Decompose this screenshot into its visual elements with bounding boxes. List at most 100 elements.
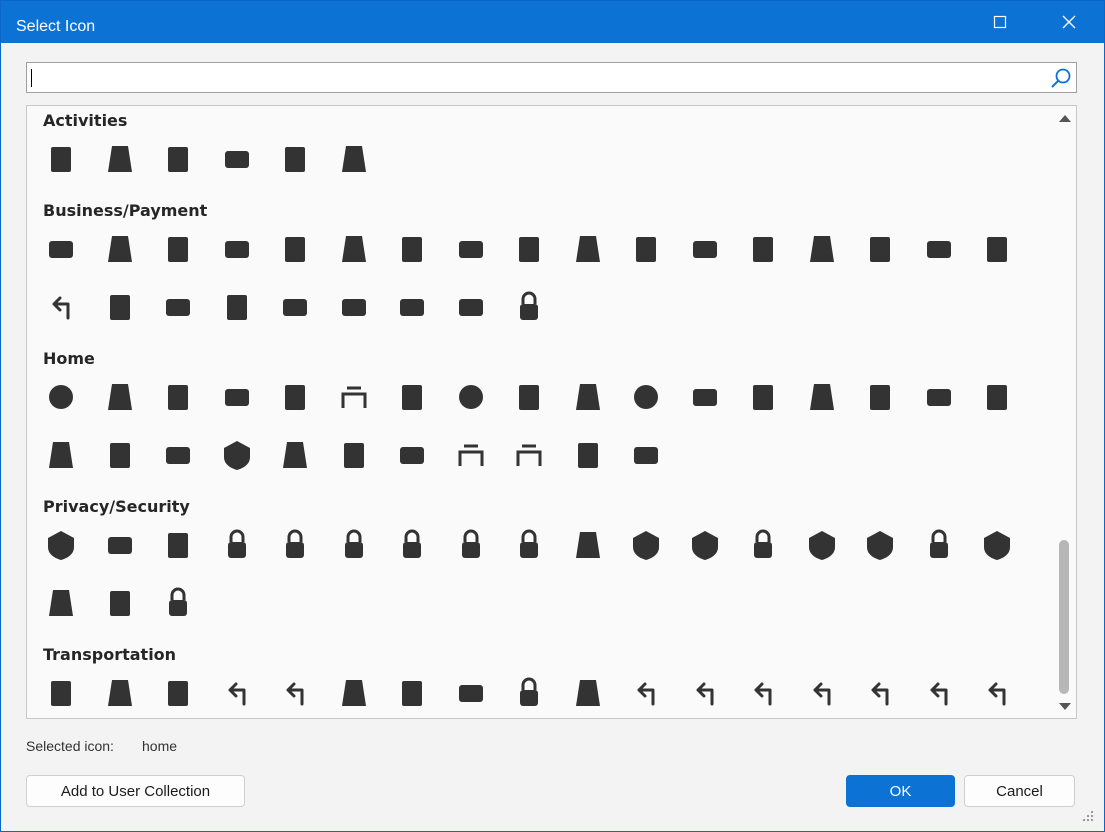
- scoreboard-icon[interactable]: [160, 141, 196, 177]
- cart-arrow-icon[interactable]: [43, 289, 79, 325]
- briefcase-clock-icon[interactable]: [511, 289, 547, 325]
- lock-icon[interactable]: [277, 527, 313, 563]
- shelf-icon[interactable]: [102, 379, 138, 415]
- close-button[interactable]: [1046, 1, 1092, 43]
- shield-moon-icon[interactable]: [219, 437, 255, 473]
- shield-info-icon[interactable]: [687, 527, 723, 563]
- currency-exchange-icon[interactable]: [336, 231, 372, 267]
- map-pin-icon[interactable]: [570, 675, 606, 711]
- forklift-icon[interactable]: [862, 231, 898, 267]
- shield-icon[interactable]: [862, 527, 898, 563]
- clock-signal-icon[interactable]: [511, 675, 547, 711]
- arrow-up-left-icon[interactable]: [745, 675, 781, 711]
- lock-line-icon[interactable]: [745, 527, 781, 563]
- speaker-icon[interactable]: [745, 379, 781, 415]
- roller-skate-icon[interactable]: [102, 141, 138, 177]
- cancel-button[interactable]: Cancel: [964, 775, 1075, 807]
- sync-lock-icon[interactable]: [921, 527, 957, 563]
- slight-left-icon[interactable]: [862, 675, 898, 711]
- turn-left-icon[interactable]: [628, 675, 664, 711]
- restore-icon[interactable]: [570, 527, 606, 563]
- lock-person-icon[interactable]: [511, 527, 547, 563]
- card-add-icon[interactable]: [43, 231, 79, 267]
- ok-button[interactable]: OK: [846, 775, 955, 807]
- gift-card-icon[interactable]: [336, 289, 372, 325]
- door-icon[interactable]: [277, 437, 313, 473]
- closet-icon[interactable]: [277, 379, 313, 415]
- franc-icon[interactable]: [394, 231, 430, 267]
- ruble-icon[interactable]: [570, 231, 606, 267]
- compass-spark-icon[interactable]: [43, 379, 79, 415]
- cooktop-icon[interactable]: [687, 379, 723, 415]
- bulldozer-icon[interactable]: [921, 231, 957, 267]
- figure-skating-icon[interactable]: [277, 141, 313, 177]
- fan-off-icon[interactable]: [862, 379, 898, 415]
- turn-right-icon[interactable]: [687, 675, 723, 711]
- table-round-icon[interactable]: [453, 437, 489, 473]
- barcode-scanner-icon[interactable]: [102, 231, 138, 267]
- face-scan-icon[interactable]: [336, 437, 372, 473]
- table-icon[interactable]: [511, 437, 547, 473]
- lock-closed-icon[interactable]: [453, 527, 489, 563]
- lock-add-icon[interactable]: [219, 527, 255, 563]
- lira-icon[interactable]: [453, 231, 489, 267]
- car-check-icon[interactable]: [453, 675, 489, 711]
- search-icon[interactable]: [1050, 67, 1072, 89]
- u-turn-icon[interactable]: [979, 675, 1015, 711]
- cabinet-icon[interactable]: [219, 379, 255, 415]
- fishing-hook-icon[interactable]: [43, 141, 79, 177]
- scroll-thumb[interactable]: [1059, 540, 1069, 694]
- car-alert-icon[interactable]: [160, 675, 196, 711]
- martial-arts-icon[interactable]: [336, 141, 372, 177]
- lock-clock-icon[interactable]: [336, 527, 372, 563]
- skiing-icon[interactable]: [219, 141, 255, 177]
- eye-speed-icon[interactable]: [160, 527, 196, 563]
- turn-left-split-icon[interactable]: [219, 675, 255, 711]
- ribbon-card-icon[interactable]: [394, 289, 430, 325]
- vertical-scrollbar[interactable]: [1054, 106, 1076, 718]
- pound-icon[interactable]: [511, 231, 547, 267]
- arrow-up-right-icon[interactable]: [804, 675, 840, 711]
- desk-icon[interactable]: [336, 379, 372, 415]
- add-to-collection-button[interactable]: Add to User Collection: [26, 775, 245, 807]
- bank-shield-icon[interactable]: [43, 527, 79, 563]
- scroll-down-arrow-icon[interactable]: [1059, 703, 1071, 710]
- shield-search-icon[interactable]: [628, 527, 664, 563]
- no-luggage-icon[interactable]: [336, 675, 372, 711]
- scroll-up-arrow-icon[interactable]: [1059, 115, 1071, 122]
- trend-down-icon[interactable]: [102, 289, 138, 325]
- eco-flash-icon[interactable]: [628, 379, 664, 415]
- resize-grip-icon[interactable]: [1081, 809, 1095, 823]
- briefcase-icon[interactable]: [453, 289, 489, 325]
- key-icon[interactable]: [43, 585, 79, 621]
- shield-half-icon[interactable]: [804, 527, 840, 563]
- building-add-icon[interactable]: [804, 231, 840, 267]
- location-wifi-icon[interactable]: [570, 379, 606, 415]
- shield-check-icon[interactable]: [979, 527, 1015, 563]
- gate-icon[interactable]: [570, 437, 606, 473]
- wallet-icon[interactable]: [277, 289, 313, 325]
- maximize-button[interactable]: [977, 1, 1023, 43]
- wifi-lock-icon[interactable]: [160, 585, 196, 621]
- oven-icon[interactable]: [43, 437, 79, 473]
- pallet-box-icon[interactable]: [979, 231, 1015, 267]
- yuan-icon[interactable]: [745, 231, 781, 267]
- lamp-icon[interactable]: [804, 379, 840, 415]
- bag-icon[interactable]: [979, 379, 1015, 415]
- cash-register-icon[interactable]: [219, 231, 255, 267]
- turn-right-split-icon[interactable]: [277, 675, 313, 711]
- train-icon[interactable]: [102, 675, 138, 711]
- id-card-icon[interactable]: [102, 527, 138, 563]
- bunk-bed-icon[interactable]: [160, 437, 196, 473]
- slight-right-icon[interactable]: [921, 675, 957, 711]
- bookcase-icon[interactable]: [160, 379, 196, 415]
- lock-open-icon[interactable]: [394, 527, 430, 563]
- fast-charge-icon[interactable]: [394, 379, 430, 415]
- rupee-icon[interactable]: [628, 231, 664, 267]
- eye-off-icon[interactable]: [102, 585, 138, 621]
- bicycle-icon[interactable]: [394, 675, 430, 711]
- tank-icon[interactable]: [921, 379, 957, 415]
- fence-icon[interactable]: [628, 437, 664, 473]
- flash-icon[interactable]: [453, 379, 489, 415]
- candlestick-chart-icon[interactable]: [160, 231, 196, 267]
